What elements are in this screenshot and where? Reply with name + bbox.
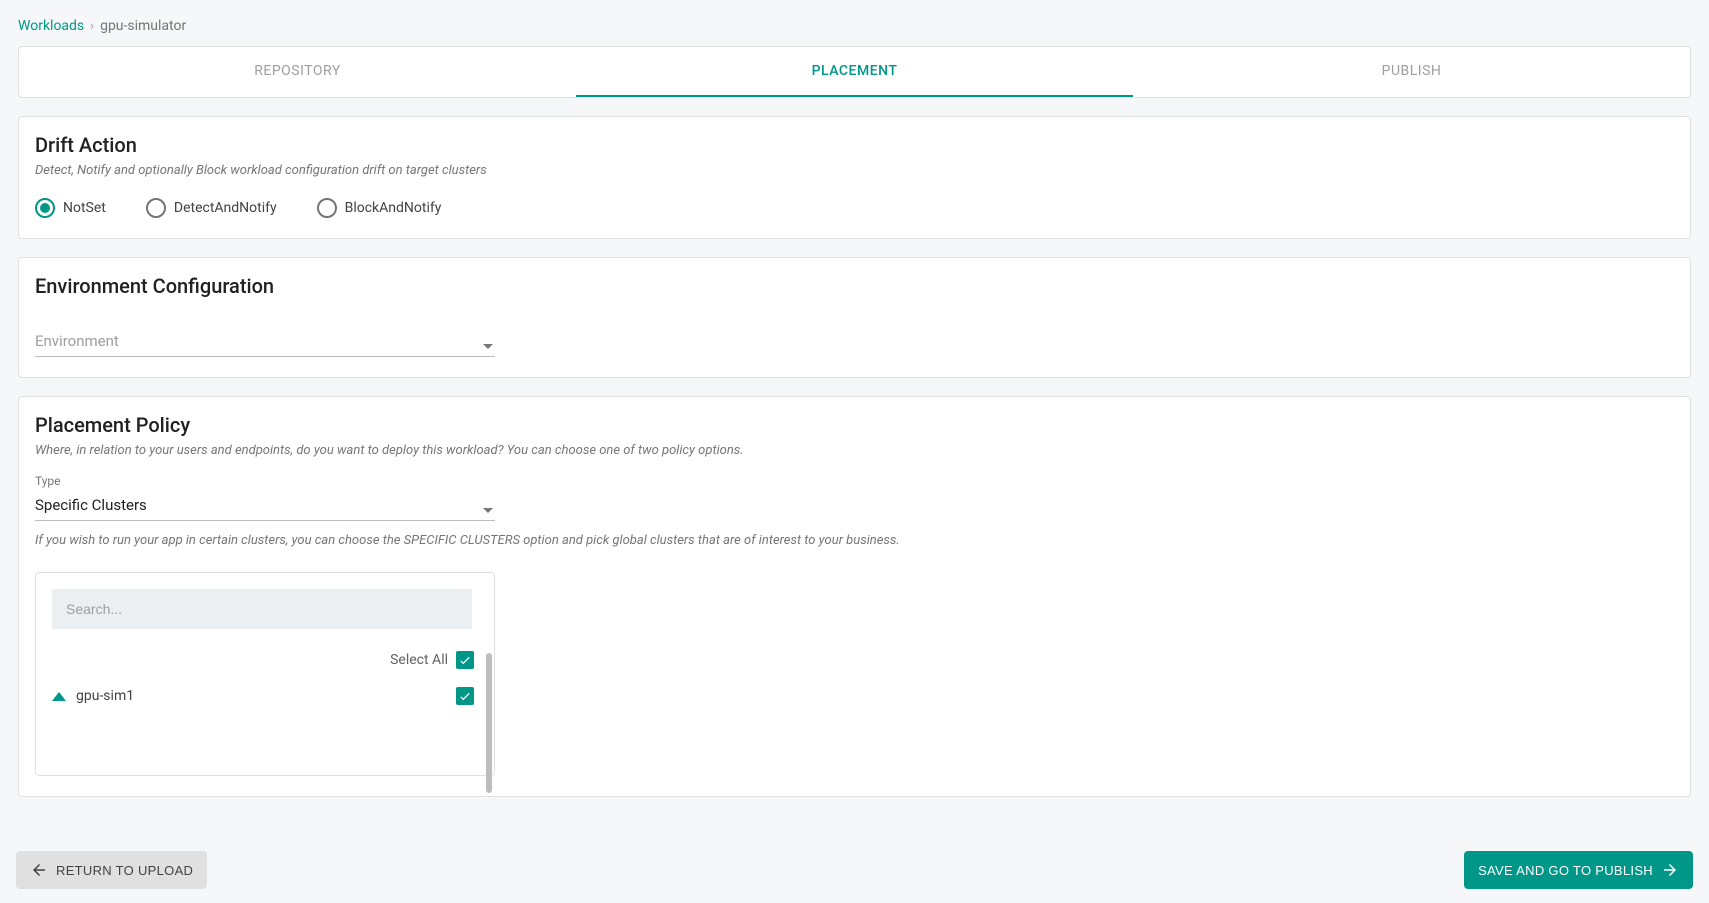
cluster-picker: Select All gpu-sim1 — [35, 572, 495, 776]
tab-placement[interactable]: PLACEMENT — [576, 47, 1133, 97]
select-all-label: Select All — [390, 652, 448, 668]
cluster-search-input[interactable] — [52, 589, 472, 629]
tabs: REPOSITORY PLACEMENT PUBLISH — [18, 46, 1691, 98]
arrow-left-icon — [30, 861, 48, 879]
tab-publish[interactable]: PUBLISH — [1133, 47, 1690, 97]
arrow-right-icon — [1661, 861, 1679, 879]
cluster-name: gpu-sim1 — [76, 688, 134, 704]
placement-helper: If you wish to run your app in certain c… — [35, 533, 1674, 548]
radio-icon — [146, 198, 166, 218]
placement-type-select[interactable]: Type Specific Clusters — [35, 474, 495, 521]
select-all-row[interactable]: Select All — [52, 639, 474, 677]
placement-subtitle: Where, in relation to your users and end… — [35, 443, 1674, 458]
cluster-row-left: gpu-sim1 — [52, 688, 134, 704]
radio-icon — [35, 198, 55, 218]
drift-title: Drift Action — [35, 133, 1674, 157]
drift-option-label: BlockAndNotify — [345, 200, 442, 216]
env-select-field[interactable]: Environment — [35, 326, 495, 357]
return-button[interactable]: RETURN TO UPLOAD — [16, 851, 207, 889]
cluster-row[interactable]: gpu-sim1 — [52, 677, 474, 715]
drift-option-block[interactable]: BlockAndNotify — [317, 198, 442, 218]
cluster-scroll-area[interactable]: Select All gpu-sim1 — [52, 639, 492, 759]
breadcrumb-root[interactable]: Workloads — [18, 18, 84, 34]
placement-type-label: Type — [35, 474, 495, 488]
breadcrumb-separator: › — [90, 19, 94, 34]
cluster-checkbox[interactable] — [456, 687, 474, 705]
save-publish-button[interactable]: SAVE AND GO TO PUBLISH — [1464, 851, 1693, 889]
env-select-placeholder: Environment — [35, 332, 119, 350]
breadcrumb-leaf: gpu-simulator — [100, 18, 186, 34]
env-card: Environment Configuration Environment — [18, 257, 1691, 378]
placement-type-value: Specific Clusters — [35, 496, 147, 514]
drift-subtitle: Detect, Notify and optionally Block work… — [35, 163, 1674, 178]
scrollbar-thumb[interactable] — [486, 653, 492, 793]
drift-options: NotSet DetectAndNotify BlockAndNotify — [35, 198, 1674, 218]
env-select[interactable]: Environment — [35, 326, 495, 357]
drift-option-label: DetectAndNotify — [174, 200, 277, 216]
return-button-label: RETURN TO UPLOAD — [56, 863, 193, 878]
tab-repository[interactable]: REPOSITORY — [19, 47, 576, 97]
placement-card: Placement Policy Where, in relation to y… — [18, 396, 1691, 797]
expand-up-icon[interactable] — [52, 692, 66, 701]
env-title: Environment Configuration — [35, 274, 1674, 298]
chevron-down-icon — [483, 508, 493, 513]
footer: RETURN TO UPLOAD SAVE AND GO TO PUBLISH — [0, 837, 1709, 903]
drift-option-detect[interactable]: DetectAndNotify — [146, 198, 277, 218]
radio-icon — [317, 198, 337, 218]
placement-title: Placement Policy — [35, 413, 1674, 437]
select-all-checkbox[interactable] — [456, 651, 474, 669]
drift-option-label: NotSet — [63, 200, 106, 216]
breadcrumb: Workloads › gpu-simulator — [18, 18, 1691, 34]
save-publish-button-label: SAVE AND GO TO PUBLISH — [1478, 863, 1653, 878]
drift-card: Drift Action Detect, Notify and optional… — [18, 116, 1691, 239]
placement-type-field[interactable]: Specific Clusters — [35, 490, 495, 521]
check-icon — [458, 653, 472, 667]
check-icon — [458, 689, 472, 703]
chevron-down-icon — [483, 344, 493, 349]
drift-option-notset[interactable]: NotSet — [35, 198, 106, 218]
